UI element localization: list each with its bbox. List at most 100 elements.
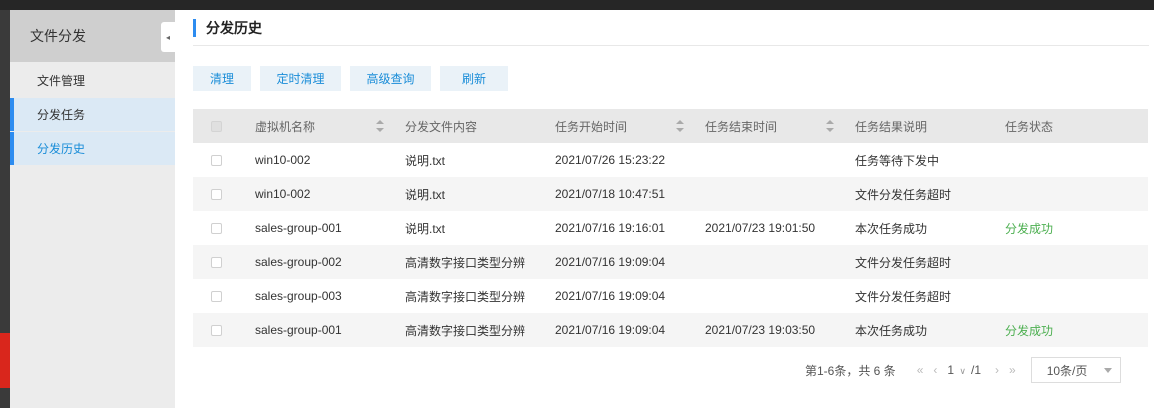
table-row: win10-002 说明.txt 2021/07/18 10:47:51 文件分… <box>193 177 1148 211</box>
row-checkbox[interactable] <box>211 290 222 302</box>
row-checkbox[interactable] <box>211 324 222 336</box>
cell-result-desc: 任务等待下发中 <box>855 153 940 168</box>
table-row: sales-group-003 高清数字接口类型分辨 2021/07/16 19… <box>193 279 1148 313</box>
select-all-checkbox[interactable] <box>211 120 222 132</box>
cell-end-time: 2021/07/23 19:01:50 <box>705 221 816 235</box>
toolbar: 清理 定时清理 高级查询 刷新 <box>193 66 517 91</box>
header-label: 任务结果说明 <box>855 119 928 134</box>
cell-end-time: 2021/07/23 19:03:50 <box>705 323 816 337</box>
left-edge-strip <box>0 10 10 408</box>
sidebar-item-file-management[interactable]: 文件管理 <box>10 64 175 97</box>
total-pages: /1 <box>971 363 982 377</box>
chevron-down-icon: ∨ <box>959 366 966 376</box>
table-header: 虚拟机名称 分发文件内容 任务开始时间 任务结束时间 任务结果说明 任务状态 <box>193 109 1148 143</box>
cell-result-desc: 本次任务成功 <box>855 323 928 338</box>
cell-vm-name: sales-group-001 <box>255 221 342 235</box>
row-checkbox-cell <box>193 188 255 200</box>
sidebar-item-distribution-tasks[interactable]: 分发任务 <box>10 98 175 131</box>
cell-file-content: 高清数字接口类型分辨 <box>405 255 526 270</box>
page-title: 分发历史 <box>206 20 262 36</box>
row-checkbox[interactable] <box>211 154 222 166</box>
refresh-button[interactable]: 刷新 <box>440 66 508 91</box>
sidebar-item-distribution-history[interactable]: 分发历史 <box>10 132 175 165</box>
row-checkbox[interactable] <box>211 188 222 200</box>
page-size-value: 10条/页 <box>1046 363 1088 378</box>
cell-vm-name: sales-group-003 <box>255 289 342 303</box>
cell-file-content: 高清数字接口类型分辨 <box>405 323 526 338</box>
cell-start-time: 2021/07/16 19:16:01 <box>555 221 666 235</box>
row-checkbox-cell <box>193 154 255 166</box>
cell-result-desc: 文件分发任务超时 <box>855 187 952 202</box>
row-checkbox[interactable] <box>211 222 222 234</box>
header-file-content: 分发文件内容 <box>405 118 555 135</box>
cell-file-content: 高清数字接口类型分辨 <box>405 289 526 304</box>
header-label: 分发文件内容 <box>405 119 478 134</box>
sort-icon[interactable] <box>676 120 685 132</box>
left-edge-red-marker <box>0 333 10 388</box>
cell-file-content: 说明.txt <box>405 153 446 168</box>
dropdown-arrow-icon <box>1103 368 1112 373</box>
row-checkbox-cell <box>193 256 255 268</box>
cell-vm-name: win10-002 <box>255 187 311 201</box>
page-size-select[interactable]: 10条/页 <box>1030 357 1121 383</box>
cell-result-desc: 文件分发任务超时 <box>855 255 952 270</box>
sidebar-item-label: 文件管理 <box>37 74 86 88</box>
cell-result-desc: 文件分发任务超时 <box>855 289 952 304</box>
header-label: 虚拟机名称 <box>255 119 316 134</box>
collapse-sidebar-icon[interactable]: ◂ <box>161 22 175 52</box>
sidebar-title: 文件分发 <box>30 28 86 44</box>
header-result-desc: 任务结果说明 <box>855 118 1005 135</box>
cell-start-time: 2021/07/16 19:09:04 <box>555 255 666 269</box>
row-checkbox-cell <box>193 290 255 302</box>
last-page-icon[interactable]: » <box>1009 363 1016 377</box>
sidebar-item-label: 分发任务 <box>37 108 86 122</box>
table-row: win10-002 说明.txt 2021/07/26 15:23:22 任务等… <box>193 143 1148 177</box>
cell-result-desc: 本次任务成功 <box>855 221 928 236</box>
current-page-select[interactable]: 1 ∨ <box>947 363 966 377</box>
current-page-number: 1 <box>947 363 955 377</box>
page-header: 分发历史 <box>193 18 262 38</box>
sidebar-menu: 文件管理 分发任务 分发历史 <box>10 64 175 165</box>
row-checkbox-cell <box>193 222 255 234</box>
table-row: sales-group-002 高清数字接口类型分辨 2021/07/16 19… <box>193 245 1148 279</box>
header-checkbox-cell <box>193 120 255 132</box>
cell-start-time: 2021/07/18 10:47:51 <box>555 187 666 201</box>
cell-vm-name: win10-002 <box>255 153 311 167</box>
cell-start-time: 2021/07/16 19:09:04 <box>555 289 666 303</box>
header-divider <box>193 45 1149 46</box>
row-checkbox[interactable] <box>211 256 222 268</box>
header-start-time[interactable]: 任务开始时间 <box>555 118 705 135</box>
cell-vm-name: sales-group-001 <box>255 323 342 337</box>
cell-status: 分发成功 <box>1005 221 1054 236</box>
cell-start-time: 2021/07/26 15:23:22 <box>555 153 666 167</box>
header-label: 任务结束时间 <box>705 119 778 134</box>
sidebar-header: 文件分发 ◂ <box>10 10 175 62</box>
header-status: 任务状态 <box>1005 118 1148 135</box>
cell-file-content: 说明.txt <box>405 187 446 202</box>
pagination: 第1-6条，共 6 条 « ‹ 1 ∨ /1 › » 10条/页 <box>805 357 1121 383</box>
sidebar: 文件分发 ◂ 文件管理 分发任务 分发历史 <box>10 10 175 408</box>
table-row: sales-group-001 高清数字接口类型分辨 2021/07/16 19… <box>193 313 1148 347</box>
scheduled-clear-button[interactable]: 定时清理 <box>260 66 341 91</box>
table-row: sales-group-001 说明.txt 2021/07/16 19:16:… <box>193 211 1148 245</box>
first-page-icon[interactable]: « <box>917 363 924 377</box>
cell-file-content: 说明.txt <box>405 221 446 236</box>
title-accent-bar <box>193 19 196 37</box>
clear-button[interactable]: 清理 <box>193 66 251 91</box>
sidebar-item-label: 分发历史 <box>37 142 86 156</box>
sort-icon[interactable] <box>826 120 835 132</box>
next-page-icon[interactable]: › <box>995 363 999 377</box>
main-content: 分发历史 清理 定时清理 高级查询 刷新 虚拟机名称 分发文件内容 任务开始时间 <box>175 10 1154 408</box>
cell-vm-name: sales-group-002 <box>255 255 342 269</box>
cell-status: 分发成功 <box>1005 323 1054 338</box>
prev-page-icon[interactable]: ‹ <box>933 363 937 377</box>
header-end-time[interactable]: 任务结束时间 <box>705 118 855 135</box>
sort-icon[interactable] <box>376 120 385 132</box>
row-checkbox-cell <box>193 324 255 336</box>
advanced-query-button[interactable]: 高级查询 <box>350 66 431 91</box>
top-bar <box>0 0 1154 10</box>
header-vm-name[interactable]: 虚拟机名称 <box>255 118 405 135</box>
pagination-summary: 第1-6条，共 6 条 <box>805 363 896 378</box>
cell-start-time: 2021/07/16 19:09:04 <box>555 323 666 337</box>
header-label: 任务开始时间 <box>555 119 628 134</box>
